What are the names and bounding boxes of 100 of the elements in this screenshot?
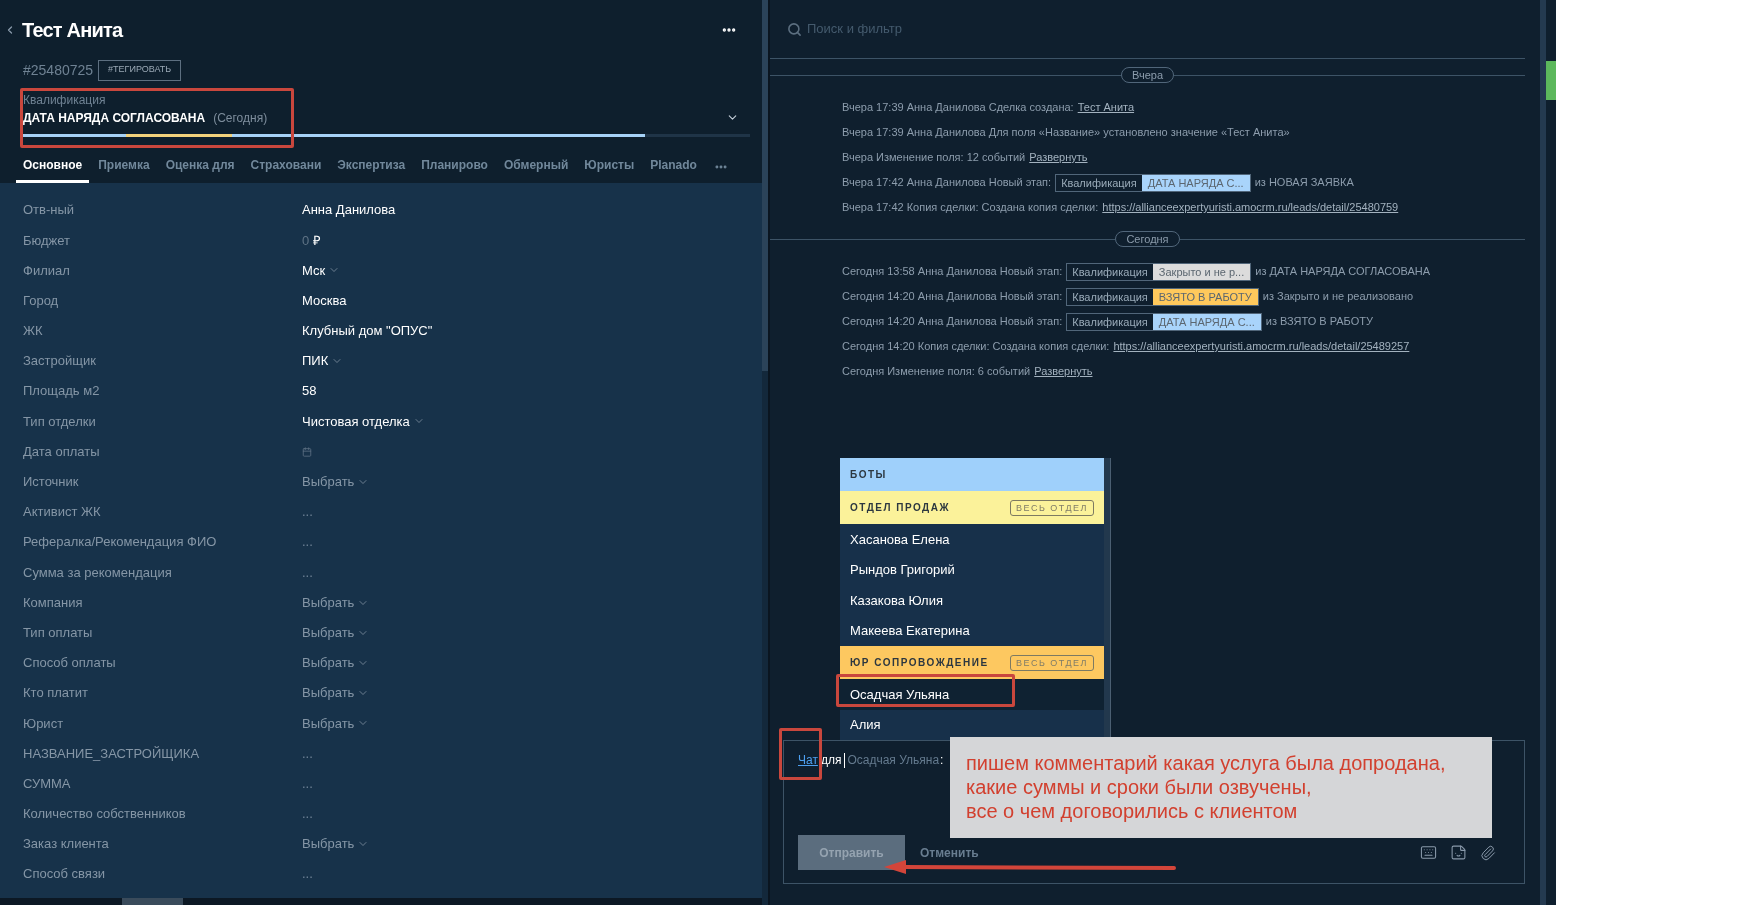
tab[interactable]: Планирово: [414, 152, 495, 183]
text-field[interactable]: ...: [302, 743, 313, 764]
event-link[interactable]: Тест Анита: [1077, 99, 1135, 116]
event-link[interactable]: Развернуть: [1029, 149, 1088, 166]
field-label: Застройщик: [23, 352, 97, 371]
stage-status: ДАТА НАРЯДА С...: [1152, 313, 1261, 330]
field-label: Компания: [23, 593, 84, 612]
tag-button[interactable]: #ТЕГИРОВАТЬ: [98, 59, 182, 81]
text-field[interactable]: Москва: [302, 290, 347, 311]
group-name: ЮР СОПРОВОЖДЕНИЕ: [850, 656, 989, 670]
field-label: Филиал: [23, 261, 71, 280]
select-field[interactable]: Выбрать: [302, 653, 370, 673]
pipeline-label: Квалификация: [23, 93, 106, 108]
select-field[interactable]: Выбрать: [302, 472, 370, 492]
stage-status: ДАТА НАРЯДА С...: [1141, 174, 1250, 191]
text-field[interactable]: Анна Данилова: [302, 200, 396, 220]
field-label: Бюджет: [23, 231, 72, 250]
tab[interactable]: Приемка: [91, 152, 157, 183]
event-text: Вчера 17:42 Анна Данилова Новый этап:: [842, 175, 1052, 191]
select-field[interactable]: Выбрать: [302, 622, 370, 643]
field-label: Заказ клиента: [23, 835, 110, 854]
text-field[interactable]: ...: [302, 864, 313, 884]
field-label: НАЗВАНИЕ_ЗАСТРОЙЩИКА: [23, 744, 201, 763]
event-text: из ДАТА НАРЯДА СОГЛАСОВАНА: [1255, 264, 1431, 280]
text-cursor: [844, 752, 846, 768]
select-field[interactable]: Чистовая отделка: [302, 411, 425, 432]
group-name: ОТДЕЛ ПРОДАЖ: [850, 501, 950, 515]
event-link[interactable]: https://allianceexpertyuristi.amocrm.ru/leads/detail/25489257: [1113, 338, 1410, 355]
deal-id: #25480725: [23, 60, 94, 80]
select-all-button[interactable]: ВЕСЬ ОТДЕЛ: [1009, 654, 1094, 671]
field-label: Тип оплаты: [23, 623, 94, 642]
text-field[interactable]: 58: [302, 381, 317, 401]
keyboard-icon[interactable]: [1420, 844, 1437, 861]
stage-date: (Сегодня): [213, 109, 268, 127]
scrollbar-thumb[interactable]: [762, 0, 768, 371]
stage-name: ДАТА НАРЯДА СОГЛАСОВАНА: [23, 109, 206, 127]
mention-item[interactable]: Осадчая Ульяна: [840, 679, 1104, 710]
stage-status: ВЗЯТО В РАБОТУ: [1152, 288, 1258, 305]
pipeline-name: Квалификация: [1060, 175, 1138, 191]
field-label: Рефералка/Рекомендация ФИО: [23, 533, 218, 552]
tab[interactable]: Обмерный: [496, 152, 576, 183]
search-icon: [787, 21, 802, 37]
field-label: Источник: [23, 473, 80, 492]
budget-field[interactable]: 0 ₽: [302, 230, 322, 251]
field-label: Сумма за рекомендация: [23, 563, 173, 582]
tab[interactable]: Основное: [16, 152, 90, 183]
event-text: Сегодня 13:58 Анна Данилова Новый этап:: [842, 264, 1063, 280]
field-label: Отв-ный: [23, 201, 76, 220]
chat-link[interactable]: Чат: [798, 753, 818, 767]
event-text: из ВЗЯТО В РАБОТУ: [1265, 314, 1373, 330]
event-text: Вчера 17:39 Анна Данилова Сделка создана:: [842, 100, 1074, 116]
event-text: Сегодня 14:20 Анна Данилова Новый этап:: [842, 289, 1063, 305]
field-label: Кто платит: [23, 684, 89, 703]
select-field[interactable]: Выбрать: [302, 592, 370, 613]
annotation-note: пишем комментарий какая услуга была допродана, какие суммы и сроки были озвучены, все о чем договорились с клиентом: [950, 737, 1492, 838]
pipeline-name: Квалификация: [1071, 264, 1149, 280]
field-label: Количество собственников: [23, 805, 187, 824]
text-field[interactable]: Клубный дом "ОПУС": [302, 321, 433, 341]
event-text: Вчера Изменение поля: 12 событий: [842, 150, 1026, 166]
search-field[interactable]: Поиск и фильтр: [807, 19, 1107, 39]
pipeline-name: Квалификация: [1071, 289, 1149, 305]
field-label: Способ связи: [23, 865, 107, 884]
tab[interactable]: Юристы: [577, 152, 642, 183]
text-field[interactable]: ...: [302, 502, 313, 522]
field-label: Тип отделки: [23, 412, 97, 431]
select-field[interactable]: ПИК: [302, 351, 344, 371]
text-field[interactable]: ...: [302, 773, 313, 794]
tab[interactable]: Оценка для: [158, 152, 242, 183]
tab[interactable]: Страховани: [243, 152, 329, 183]
event-text: Вчера 17:39 Анна Данилова Для поля «Название» установлено значение «Тест Анита»: [842, 125, 1290, 141]
scrollbar-thumb[interactable]: [122, 898, 183, 905]
tab[interactable]: Экспертиза: [330, 152, 413, 183]
tab[interactable]: Planado: [643, 152, 704, 183]
field-label: Способ оплаты: [23, 654, 117, 673]
select-field[interactable]: Мск: [302, 260, 341, 281]
event-text: Сегодня Изменение поля: 6 событий: [842, 364, 1031, 380]
text-field[interactable]: ...: [302, 804, 313, 824]
select-field[interactable]: Выбрать: [302, 713, 370, 734]
cancel-button[interactable]: Отменить: [920, 843, 979, 862]
annotation-frame: [779, 728, 822, 780]
stage-status: Закрыто и не р...: [1152, 263, 1251, 280]
field-label: ЖК: [23, 322, 44, 341]
text-field[interactable]: ...: [302, 562, 313, 583]
event-link[interactable]: Развернуть: [1034, 363, 1093, 380]
event-text: Сегодня 14:20 Анна Данилова Новый этап:: [842, 314, 1063, 330]
field-label: СУММА: [23, 774, 72, 793]
deal-title: Тест Анита: [22, 18, 123, 42]
event-text: Сегодня 14:20 Копия сделки: Создана копия сделки:: [842, 339, 1110, 355]
event-text: Вчера 17:42 Копия сделки: Создана копия сделки:: [842, 200, 1099, 216]
field-label: Юрист: [23, 714, 65, 733]
select-all-button[interactable]: ВЕСЬ ОТДЕЛ: [1009, 499, 1094, 516]
event-link[interactable]: https://allianceexpertyuristi.amocrm.ru/leads/detail/25480759: [1102, 199, 1399, 216]
paperclip-icon[interactable]: [1480, 844, 1496, 861]
separator-text: :: [940, 752, 944, 769]
text-field[interactable]: ...: [302, 532, 313, 552]
event-text: из Закрыто и не реализовано: [1262, 289, 1414, 305]
select-field[interactable]: Выбрать: [302, 834, 370, 854]
sticker-icon[interactable]: [1450, 844, 1467, 861]
field-label: Дата оплаты: [23, 442, 101, 461]
select-field[interactable]: Выбрать: [302, 683, 370, 703]
